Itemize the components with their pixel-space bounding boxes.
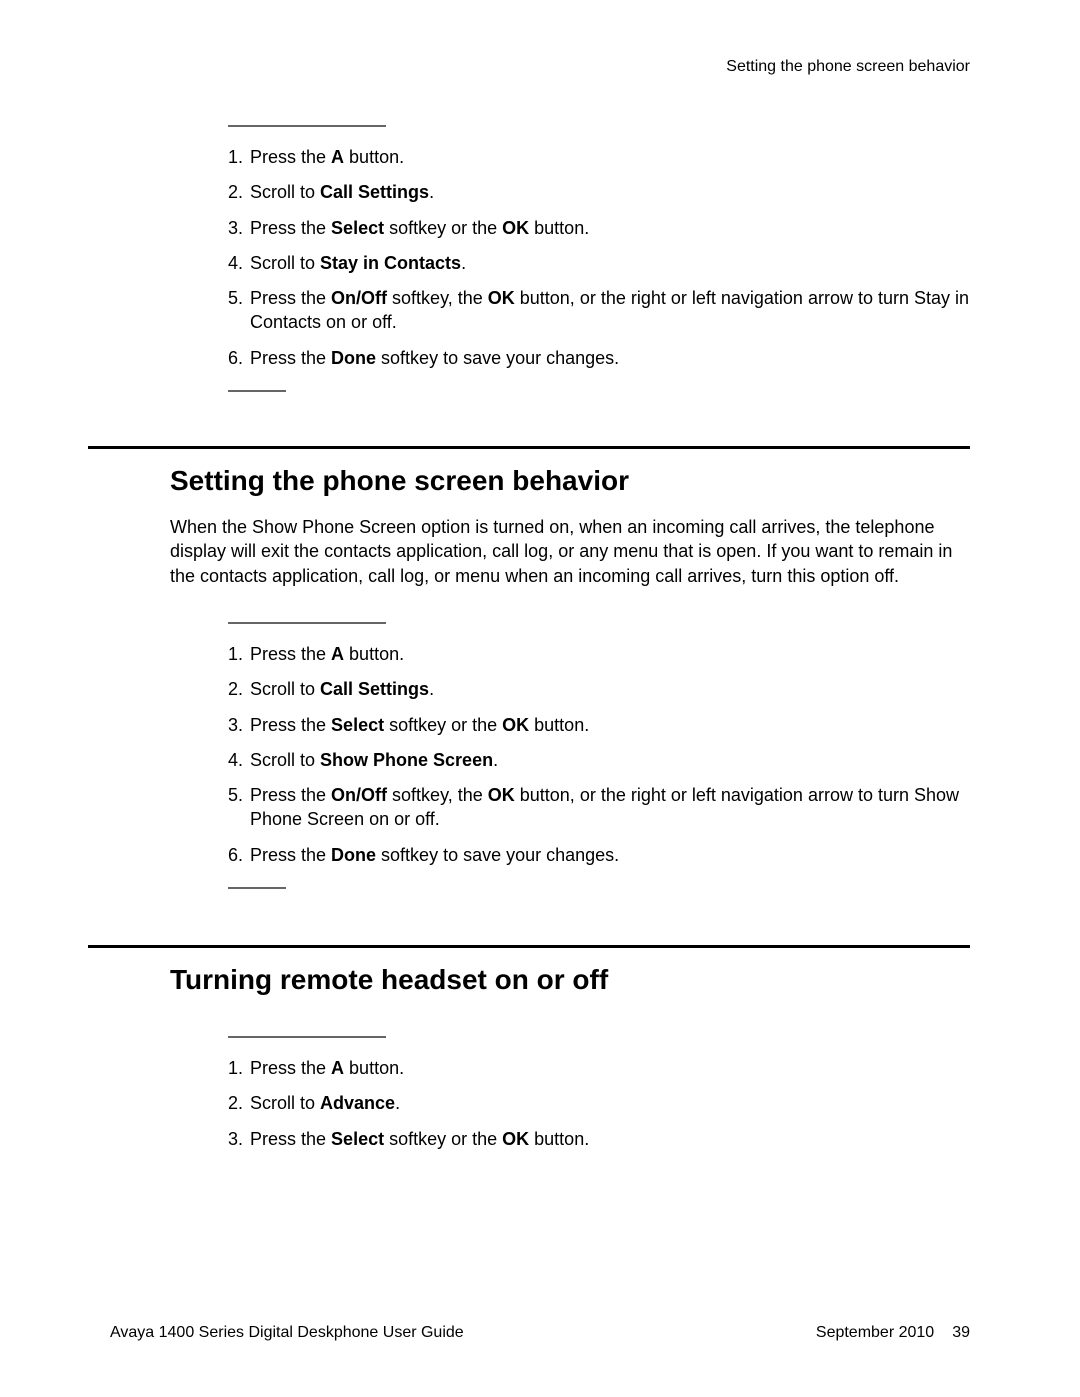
rule-divider	[88, 945, 970, 948]
steps-list: 1.Press the A button. 2.Scroll to Advance…	[228, 1056, 970, 1151]
section-remote-headset: Turning remote headset on or off 1.Press…	[170, 945, 970, 1151]
step-item: 4.Scroll to Show Phone Screen.	[228, 748, 970, 772]
rule-divider	[228, 622, 386, 624]
footer-date: September 2010	[816, 1324, 934, 1342]
step-item: 5.Press the On/Off softkey, the OK butto…	[228, 286, 970, 335]
page: Setting the phone screen behavior 1.Pres…	[0, 0, 1080, 1397]
step-item: 6.Press the Done softkey to save your ch…	[228, 346, 970, 370]
steps-list: 1.Press the A button. 2.Scroll to Call Se…	[228, 145, 970, 370]
step-item: 4.Scroll to Stay in Contacts.	[228, 251, 970, 275]
rule-divider	[228, 1036, 386, 1038]
footer-page-number: 39	[952, 1324, 970, 1342]
footer-doc-title: Avaya 1400 Series Digital Deskphone User…	[110, 1324, 464, 1342]
step-item: 2.Scroll to Call Settings.	[228, 180, 970, 204]
step-item: 1.Press the A button.	[228, 642, 970, 666]
section-heading: Setting the phone screen behavior	[170, 465, 970, 497]
rule-divider	[228, 125, 386, 127]
step-item: 5.Press the On/Off softkey, the OK butto…	[228, 783, 970, 832]
section-body: When the Show Phone Screen option is tur…	[170, 515, 970, 588]
steps-block-stay-in-contacts: 1.Press the A button. 2.Scroll to Call Se…	[170, 125, 970, 392]
step-item: 2.Scroll to Advance.	[228, 1091, 970, 1115]
running-head: Setting the phone screen behavior	[726, 58, 970, 76]
step-item: 1.Press the A button.	[228, 1056, 970, 1080]
step-item: 6.Press the Done softkey to save your ch…	[228, 843, 970, 867]
steps-list: 1.Press the A button. 2.Scroll to Call Se…	[228, 642, 970, 867]
step-item: 3.Press the Select softkey or the OK but…	[228, 1127, 970, 1151]
page-content: 1.Press the A button. 2.Scroll to Call Se…	[170, 125, 970, 1162]
step-item: 3.Press the Select softkey or the OK but…	[228, 713, 970, 737]
rule-divider	[228, 887, 286, 889]
page-footer: Avaya 1400 Series Digital Deskphone User…	[110, 1324, 970, 1342]
step-item: 1.Press the A button.	[228, 145, 970, 169]
step-item: 3.Press the Select softkey or the OK but…	[228, 216, 970, 240]
step-item: 2.Scroll to Call Settings.	[228, 677, 970, 701]
section-heading: Turning remote headset on or off	[170, 964, 970, 996]
rule-divider	[88, 446, 970, 449]
rule-divider	[228, 390, 286, 392]
section-show-phone-screen: Setting the phone screen behavior When t…	[170, 446, 970, 889]
